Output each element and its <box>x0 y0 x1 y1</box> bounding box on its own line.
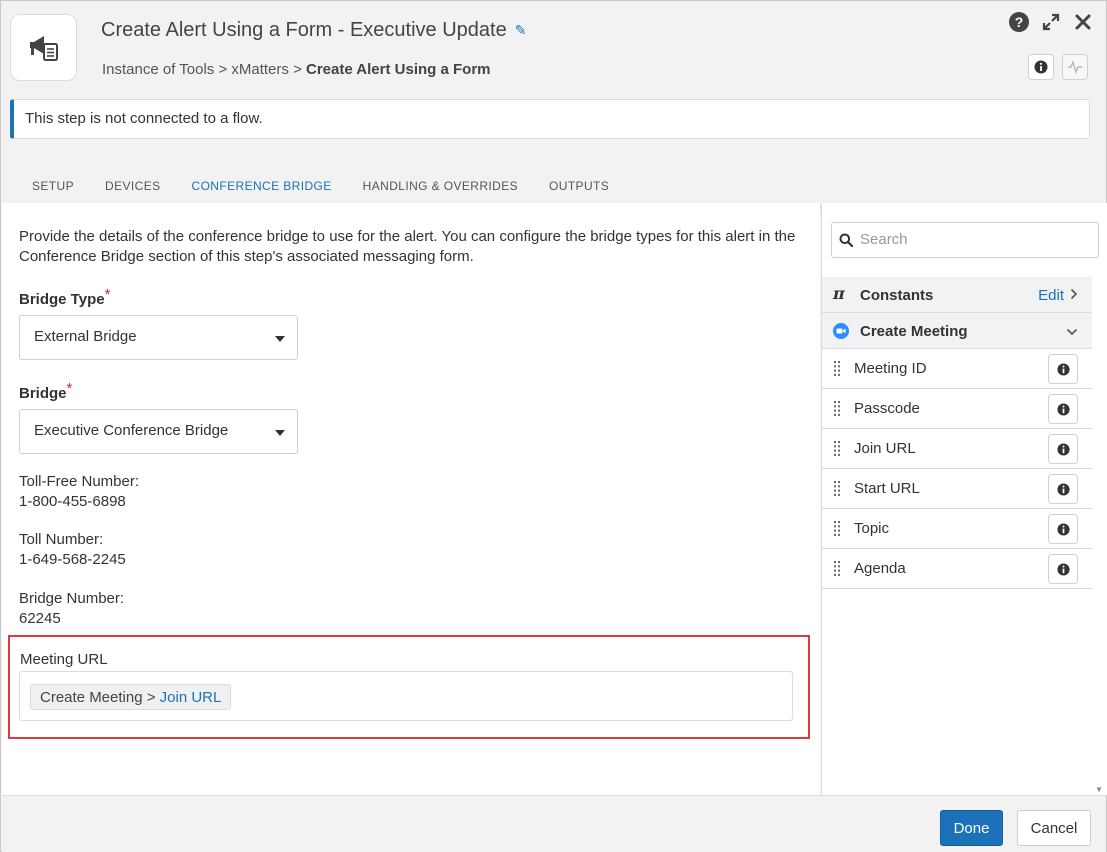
search-input[interactable]: Search <box>831 222 1099 258</box>
breadcrumb-path[interactable]: Instance of Tools > xMatters > <box>102 61 306 78</box>
done-button[interactable]: Done <box>940 810 1003 846</box>
drag-handle-icon[interactable] <box>834 401 840 417</box>
list-item-label: Join URL <box>854 440 916 457</box>
list-item[interactable]: Passcode <box>822 389 1092 429</box>
bridge-value: Executive Conference Bridge <box>34 422 229 439</box>
svg-text:?: ? <box>1015 14 1024 30</box>
bridge-type-select[interactable]: External Bridge <box>19 315 298 360</box>
constants-label: Constants <box>860 287 934 304</box>
drag-handle-icon[interactable] <box>834 561 840 577</box>
list-item[interactable]: Meeting ID <box>822 349 1092 389</box>
drag-handle-icon[interactable] <box>834 441 840 457</box>
conference-bridge-panel: Provide the details of the conference br… <box>2 203 820 795</box>
meeting-url-field[interactable]: Create Meeting > Join URL <box>19 671 793 721</box>
list-item-label: Start URL <box>854 480 920 497</box>
expand-icon[interactable] <box>1040 11 1062 33</box>
video-camera-icon <box>833 323 849 344</box>
constants-edit-link[interactable]: Edit <box>1038 287 1064 304</box>
megaphone-form-icon <box>29 35 58 61</box>
meeting-url-label: Meeting URL <box>20 651 108 668</box>
bridge-type-label: Bridge Type* <box>19 286 111 308</box>
info-icon <box>1056 362 1070 376</box>
required-mark: * <box>104 286 111 303</box>
item-info-button[interactable] <box>1048 434 1078 464</box>
chevron-down-icon <box>275 336 285 342</box>
toll-number-value: 1-649-568-2245 <box>19 551 126 568</box>
list-item[interactable]: Topic <box>822 509 1092 549</box>
list-item[interactable]: Join URL <box>822 429 1092 469</box>
meeting-url-token[interactable]: Create Meeting > Join URL <box>30 684 232 710</box>
not-connected-notice: This step is not connected to a flow. <box>10 99 1090 139</box>
scroll-down-arrow[interactable]: ▼ <box>1095 785 1103 794</box>
create-meeting-section[interactable]: Create Meeting <box>822 313 1092 349</box>
drag-handle-icon[interactable] <box>834 521 840 537</box>
item-info-button[interactable] <box>1048 394 1078 424</box>
toll-number-label: Toll Number: <box>19 531 104 548</box>
drag-handle-icon[interactable] <box>834 481 840 497</box>
create-meeting-label: Create Meeting <box>860 323 968 340</box>
list-item-label: Topic <box>854 520 890 537</box>
info-button[interactable] <box>1028 54 1054 80</box>
info-icon <box>1056 522 1070 536</box>
close-icon[interactable] <box>1072 11 1094 33</box>
toll-free-label: Toll-Free Number: <box>19 473 140 490</box>
info-icon <box>1056 562 1070 576</box>
drag-handle-icon[interactable] <box>834 361 840 377</box>
breadcrumb: Instance of Tools > xMatters > Create Al… <box>102 61 491 78</box>
properties-panel: Search π Constants Edit Create Meeting M… <box>821 203 1107 795</box>
item-info-button[interactable] <box>1048 554 1078 584</box>
edit-title-icon[interactable]: ✎ <box>515 22 527 39</box>
footer-bar: Done Cancel <box>2 795 1106 852</box>
list-item[interactable]: Agenda <box>822 549 1092 589</box>
chevron-right-icon <box>1070 287 1078 305</box>
token-prefix: Create Meeting > <box>40 689 160 706</box>
bridge-label: Bridge* <box>19 380 73 402</box>
header-actions <box>1028 54 1088 80</box>
dialog-window: Create Alert Using a Form - Executive Up… <box>0 0 1107 852</box>
notice-text: This step is not connected to a flow. <box>25 110 263 127</box>
help-icon[interactable]: ? <box>1008 11 1030 33</box>
item-info-button[interactable] <box>1048 514 1078 544</box>
required-mark: * <box>66 380 73 397</box>
meeting-url-highlight: Meeting URL Create Meeting > Join URL <box>8 635 810 739</box>
bridge-select[interactable]: Executive Conference Bridge <box>19 409 298 454</box>
item-info-button[interactable] <box>1048 474 1078 504</box>
constants-section[interactable]: π Constants Edit <box>822 277 1092 313</box>
page-title: Create Alert Using a Form - Executive Up… <box>101 19 526 42</box>
token-link: Join URL <box>159 689 222 706</box>
toll-free-value: 1-800-455-6898 <box>19 493 126 510</box>
info-icon <box>1056 442 1070 456</box>
breadcrumb-current: Create Alert Using a Form <box>306 61 491 78</box>
bridge-number-label: Bridge Number: <box>19 590 125 607</box>
window-controls: ? <box>1008 11 1094 33</box>
pulse-icon <box>1068 60 1082 74</box>
list-item[interactable]: Start URL <box>822 469 1092 509</box>
info-icon <box>1056 402 1070 416</box>
item-info-button[interactable] <box>1048 354 1078 384</box>
list-item-label: Meeting ID <box>854 360 927 377</box>
chevron-down-icon <box>275 430 285 436</box>
bridge-type-value: External Bridge <box>34 328 137 345</box>
activity-button[interactable] <box>1062 54 1088 80</box>
pi-icon: π <box>833 284 845 303</box>
chevron-down-icon <box>1066 323 1078 341</box>
page-title-text: Create Alert Using a Form - Executive Up… <box>101 19 507 41</box>
list-item-label: Passcode <box>854 400 920 417</box>
info-icon <box>1056 482 1070 496</box>
search-icon <box>839 233 853 247</box>
bridge-number-value: 62245 <box>19 610 61 627</box>
description-text: Provide the details of the conference br… <box>19 228 796 265</box>
list-item-label: Agenda <box>854 560 906 577</box>
step-icon <box>10 14 77 81</box>
cancel-button[interactable]: Cancel <box>1017 810 1091 846</box>
info-icon <box>1034 60 1048 74</box>
